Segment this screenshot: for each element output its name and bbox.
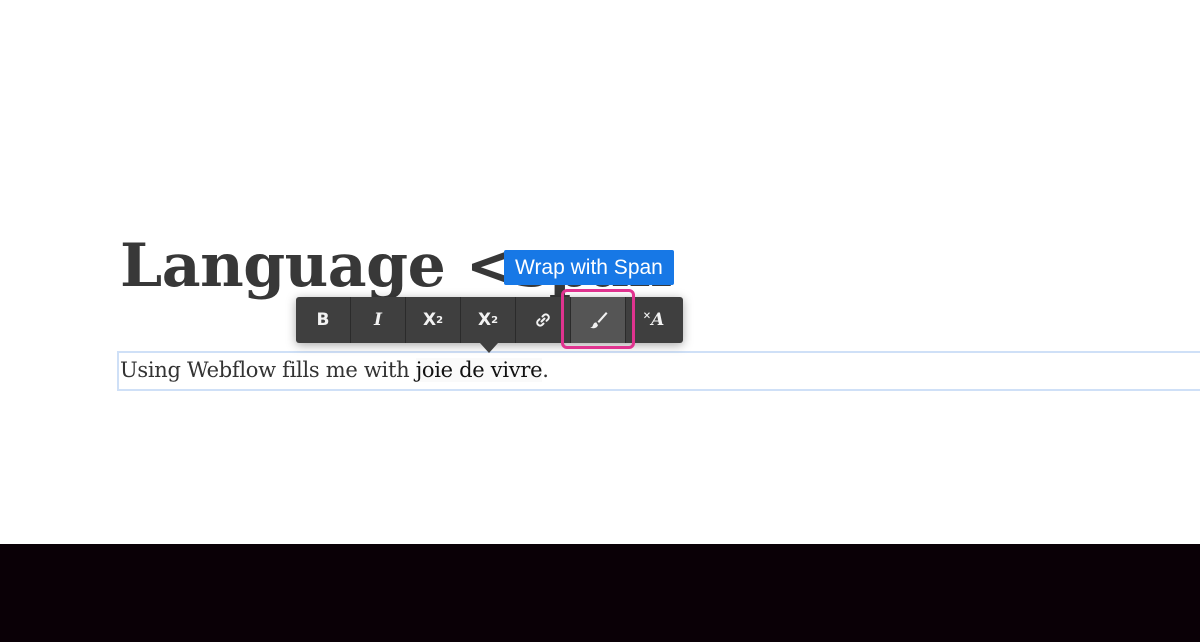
superscript-button[interactable]: X2 bbox=[406, 297, 461, 343]
clear-formatting-icon: ×A bbox=[643, 310, 665, 330]
bold-label: B bbox=[316, 310, 330, 330]
superscript-base: X bbox=[422, 310, 437, 330]
dark-footer-section bbox=[0, 544, 1200, 642]
link-icon bbox=[536, 313, 550, 327]
paragraph-text-after: . bbox=[542, 358, 549, 382]
subscript-mark: 2 bbox=[491, 314, 499, 326]
wrap-with-span-tooltip: Wrap with Span bbox=[504, 250, 674, 285]
italic-button[interactable]: I bbox=[351, 297, 406, 343]
paragraph-text-before: Using Webflow fills me with bbox=[120, 358, 416, 382]
highlight-annotation bbox=[561, 289, 635, 349]
clear-label: A bbox=[651, 310, 665, 330]
paragraph-text[interactable]: Using Webflow fills me with joie de vivr… bbox=[120, 355, 549, 385]
subscript-base: X bbox=[477, 310, 492, 330]
bold-button[interactable]: B bbox=[296, 297, 351, 343]
subscript-button[interactable]: X2 bbox=[461, 297, 516, 343]
selected-text[interactable]: joie de vivre bbox=[415, 358, 543, 382]
toolbar-pointer bbox=[480, 343, 498, 353]
clear-mark: × bbox=[642, 310, 652, 322]
superscript-mark: 2 bbox=[436, 314, 444, 326]
italic-label: I bbox=[374, 310, 382, 330]
